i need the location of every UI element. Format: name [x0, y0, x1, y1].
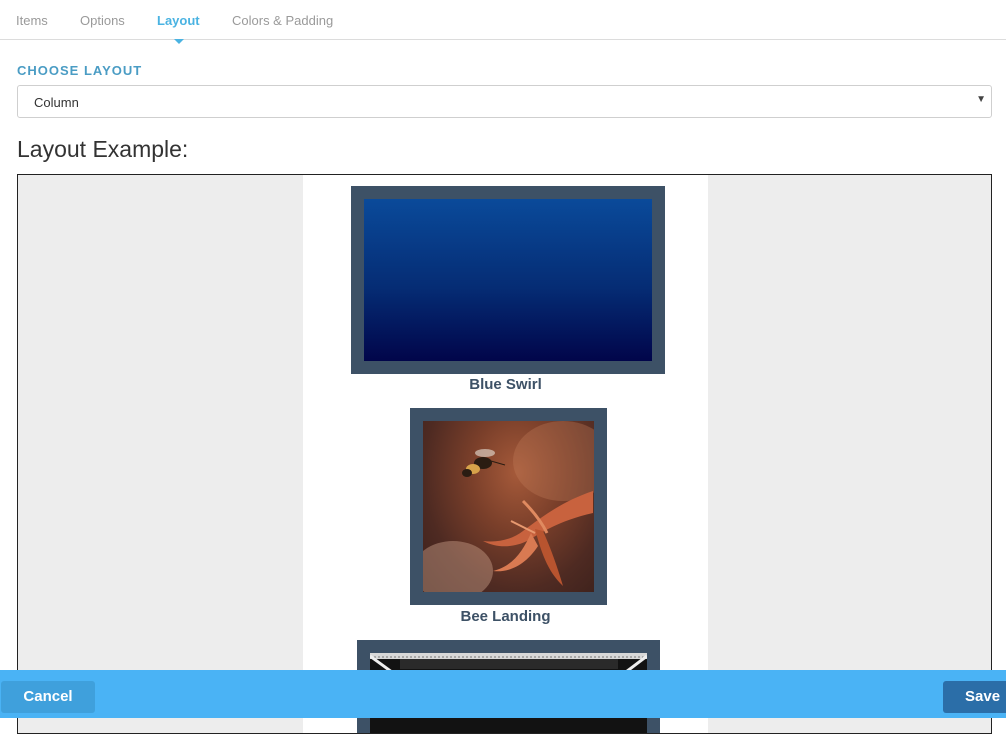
tab-bar: Items Options Layout Colors & Padding — [0, 0, 1006, 44]
gallery-item-frame — [351, 186, 665, 374]
gallery-caption: Bee Landing — [460, 608, 551, 625]
bee-landing-image — [423, 421, 594, 592]
tab-options[interactable]: Options — [80, 13, 125, 28]
triangle-down-icon: ▼ — [976, 94, 986, 105]
layout-example-heading: Layout Example: — [17, 136, 189, 162]
cancel-button[interactable]: Cancel — [1, 681, 95, 713]
footer-bar: Cancel Save — [0, 670, 1006, 718]
tab-items[interactable]: Items — [16, 13, 48, 28]
choose-layout-label: CHOOSE LAYOUT — [17, 63, 143, 78]
tab-layout[interactable]: Layout — [157, 13, 200, 28]
layout-select[interactable]: Column ▼ — [17, 85, 992, 118]
gallery-item-frame — [410, 408, 607, 605]
layout-preview: Blue Swirl Bee Landing — [17, 174, 992, 734]
save-button[interactable]: Save — [943, 681, 1006, 713]
gallery-caption: Blue Swirl — [469, 376, 542, 393]
layout-select-value: Column — [34, 95, 79, 110]
tab-colors-padding[interactable]: Colors & Padding — [232, 13, 333, 28]
blue-swirl-image — [364, 199, 652, 361]
preview-column: Blue Swirl Bee Landing — [303, 175, 708, 733]
active-tab-indicator — [174, 39, 184, 44]
